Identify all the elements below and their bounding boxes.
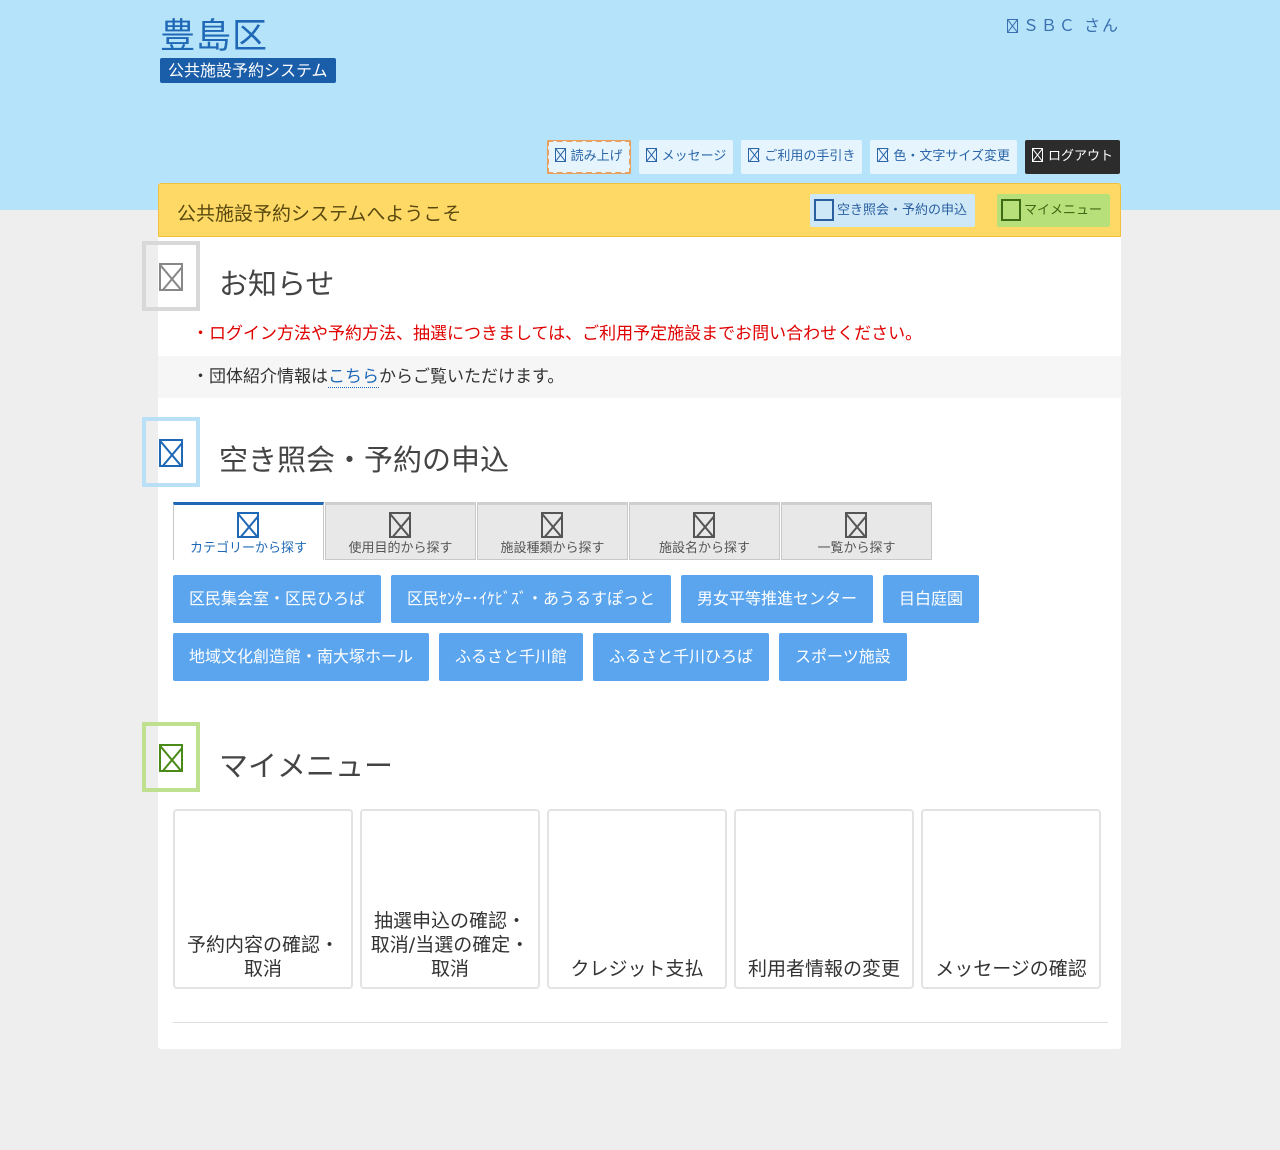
purpose-icon	[389, 512, 411, 538]
facility-type-icon	[541, 512, 563, 538]
site-title[interactable]: 豊島区	[160, 8, 268, 59]
logout-icon	[1031, 148, 1043, 162]
category-button[interactable]: ふるさと千川ひろば	[593, 633, 770, 681]
calendar-icon	[813, 199, 834, 221]
notice-item-suffix: からご覧いただけます。	[379, 367, 565, 387]
lottery-check-card[interactable]: 抽選申込の確認・取消/当選の確定・取消	[360, 809, 540, 989]
tab-purpose[interactable]: 使用目的から探す	[325, 502, 476, 560]
guide-button[interactable]: ご利用の手引き	[741, 140, 863, 174]
mymenu-cards: 予約内容の確認・取消 抽選申込の確認・取消/当選の確定・取消 クレジット支払 利…	[173, 809, 1101, 989]
tab-list[interactable]: 一覧から探す	[781, 502, 932, 560]
message-check-card[interactable]: メッセージの確認	[921, 809, 1101, 989]
group-info-link[interactable]: こちら	[328, 367, 379, 388]
category-button[interactable]: 区民ｾﾝﾀｰ･ｲｹﾋﾞｽﾞ・あうるすぽっと	[391, 575, 672, 623]
card-label: クレジット支払	[570, 958, 704, 980]
category-button[interactable]: スポーツ施設	[779, 633, 907, 681]
tab-label: 施設名から探す	[658, 541, 750, 556]
category-button[interactable]: 男女平等推進センター	[681, 575, 874, 623]
category-button[interactable]: 目白庭園	[883, 575, 980, 623]
notice-item: ・ログイン方法や予約方法、抽選につきましては、ご利用予定施設までお問い合わせくだ…	[158, 313, 1121, 355]
tab-label: カテゴリーから探す	[189, 541, 307, 556]
search-heading: 空き照会・予約の申込	[219, 443, 510, 477]
category-button[interactable]: 区民集会室・区民ひろば	[173, 575, 382, 623]
card-label: メッセージの確認	[935, 958, 1087, 980]
search-icon	[142, 417, 200, 487]
speaker-icon	[554, 148, 566, 162]
color-size-button[interactable]: 色・文字サイズ変更	[870, 140, 1017, 174]
message-icon	[645, 148, 657, 162]
facility-name-icon	[693, 512, 715, 538]
main-panel: 公共施設予約システムへようこそ 空き照会・予約の申込 マイメニュー お知らせ ・…	[142, 183, 1121, 1049]
mymenu-heading: マイメニュー	[219, 749, 394, 783]
tab-facility-name[interactable]: 施設名から探す	[629, 502, 780, 560]
mymenu-nav-button[interactable]: マイメニュー	[996, 194, 1110, 227]
notice-item-prefix: ・団体紹介情報は	[192, 367, 328, 387]
tab-facility-type[interactable]: 施設種類から探す	[477, 502, 628, 560]
category-button[interactable]: ふるさと千川館	[439, 633, 584, 681]
category-icon	[237, 512, 259, 538]
user-name-label: ＳＢＣ さん	[1022, 16, 1120, 35]
card-label: 予約内容の確認・取消	[186, 934, 339, 980]
tab-label: 施設種類から探す	[500, 541, 605, 556]
welcome-title: 公共施設予約システムへようこそ	[177, 203, 462, 225]
category-button[interactable]: 地域文化創造館・南大塚ホール	[173, 633, 430, 681]
color-size-label: 色・文字サイズ変更	[893, 149, 1010, 164]
availability-nav-button[interactable]: 空き照会・予約の申込	[809, 194, 975, 227]
divider	[173, 1022, 1108, 1023]
tab-category[interactable]: カテゴリーから探す	[173, 502, 324, 560]
read-aloud-label: 読み上げ	[570, 149, 623, 164]
site-subtitle: 公共施設予約システム	[160, 58, 336, 83]
user-name: ＳＢＣ さん	[1006, 12, 1120, 36]
user-info-card[interactable]: 利用者情報の変更	[734, 809, 914, 989]
notice-item-text: ・ログイン方法や予約方法、抽選につきましては、ご利用予定施設までお問い合わせくだ…	[192, 324, 923, 344]
read-aloud-button[interactable]: 読み上げ	[546, 140, 631, 174]
user-icon	[1006, 19, 1018, 33]
card-label: 利用者情報の変更	[747, 958, 900, 980]
logout-button[interactable]: ログアウト	[1024, 140, 1120, 174]
search-tabs: カテゴリーから探す 使用目的から探す 施設種類から探す 施設名から探す 一覧から…	[173, 502, 932, 560]
logout-label: ログアウト	[1047, 149, 1113, 164]
notice-heading: お知らせ	[219, 267, 335, 301]
category-row: 区民集会室・区民ひろば 区民ｾﾝﾀｰ･ｲｹﾋﾞｽﾞ・あうるすぽっと 男女平等推進…	[173, 575, 980, 623]
reservation-check-card[interactable]: 予約内容の確認・取消	[173, 809, 353, 989]
notice-icon	[142, 241, 200, 311]
tab-label: 使用目的から探す	[348, 541, 453, 556]
message-label: メッセージ	[661, 149, 727, 164]
availability-nav-label: 空き照会・予約の申込	[836, 203, 967, 218]
message-button[interactable]: メッセージ	[638, 140, 734, 174]
notice-item: ・団体紹介情報はこちらからご覧いただけます。	[158, 356, 1121, 398]
welcome-bar: 公共施設予約システムへようこそ 空き照会・予約の申込 マイメニュー	[158, 183, 1121, 237]
list-icon	[845, 512, 867, 538]
card-label: 抽選申込の確認・取消/当選の確定・取消	[370, 910, 530, 980]
mymenu-icon	[1000, 199, 1021, 221]
guide-label: ご利用の手引き	[764, 149, 856, 164]
tab-label: 一覧から探す	[817, 541, 896, 556]
guide-icon	[748, 148, 760, 162]
category-row: 地域文化創造館・南大塚ホール ふるさと千川館 ふるさと千川ひろば スポーツ施設	[173, 633, 907, 681]
mymenu-section-icon	[142, 722, 200, 792]
credit-payment-card[interactable]: クレジット支払	[547, 809, 727, 989]
palette-icon	[877, 148, 889, 162]
header-toolbar: 読み上げ メッセージ ご利用の手引き 色・文字サイズ変更 ログアウト	[546, 140, 1120, 174]
mymenu-nav-label: マイメニュー	[1023, 203, 1102, 218]
